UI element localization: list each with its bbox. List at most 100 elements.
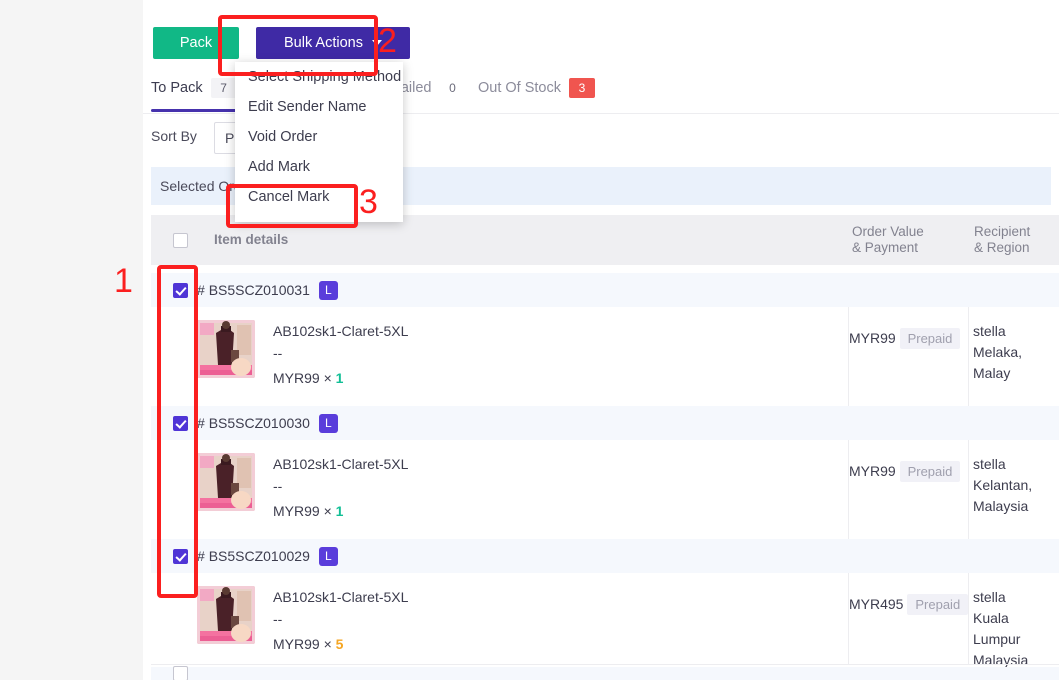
item-name: AB102sk1-Claret-5XL xyxy=(273,323,409,339)
item-quantity: 1 xyxy=(335,503,344,519)
order-id: # BS5SCZ010029 xyxy=(197,548,310,564)
item-variant: -- xyxy=(273,611,283,627)
column-recipient-line2: & Region xyxy=(974,240,1030,255)
annotation-number-3: 3 xyxy=(359,183,378,221)
table-row: # BS5SCZ010029 L AB102sk1-Claret-5XL -- … xyxy=(151,539,1059,668)
product-thumbnail[interactable] xyxy=(197,586,255,644)
active-tab-underline xyxy=(151,109,247,112)
product-image xyxy=(197,320,255,378)
product-image xyxy=(197,453,255,511)
product-thumbnail[interactable] xyxy=(197,453,255,511)
row-divider xyxy=(151,664,1059,665)
annotation-number-1: 1 xyxy=(114,262,133,300)
recipient-cell: stella Melaka, Malay xyxy=(973,321,1059,384)
row-checkbox[interactable] xyxy=(173,282,188,298)
tab-to-pack-label: To Pack xyxy=(151,80,203,96)
order-value-amount: MYR99 xyxy=(849,463,896,479)
column-divider xyxy=(968,440,969,539)
select-all-checkbox[interactable] xyxy=(173,233,188,248)
column-recipient-line1: Recipient xyxy=(974,224,1031,239)
tab-out-of-stock-count: 3 xyxy=(569,78,595,98)
payment-status-badge: Prepaid xyxy=(899,328,961,349)
item-cell: AB102sk1-Claret-5XL -- MYR99 × 1 xyxy=(197,453,408,519)
tab-failed[interactable]: Failed 0 xyxy=(392,78,466,98)
item-info: AB102sk1-Claret-5XL -- MYR99 × 1 xyxy=(273,453,408,519)
hash-symbol: # xyxy=(197,548,205,564)
column-divider xyxy=(968,307,969,406)
recipient-cell: stella Kuala Lumpur Malaysia xyxy=(973,587,1059,671)
annotation-number-2: 2 xyxy=(378,22,397,60)
payment-status-badge: Prepaid xyxy=(907,594,969,615)
product-image xyxy=(197,586,255,644)
tab-out-of-stock-label: Out Of Stock xyxy=(478,80,561,96)
hash-symbol: # xyxy=(197,282,205,298)
sort-by-label: Sort By xyxy=(151,128,197,144)
menu-item-void-order[interactable]: Void Order xyxy=(235,122,403,152)
recipient-region: Kelantan, Malaysia xyxy=(973,477,1033,514)
column-recipient: Recipient & Region xyxy=(974,224,1030,256)
table-row xyxy=(151,666,1059,680)
table-row: # BS5SCZ010031 L AB102sk1-Claret-5XL -- … xyxy=(151,273,1059,406)
qty-separator: × xyxy=(323,636,332,652)
order-value-cell: MYR99 Prepaid xyxy=(849,454,961,482)
item-price: MYR99 xyxy=(273,370,320,386)
column-divider xyxy=(848,573,849,664)
row-checkbox[interactable] xyxy=(173,415,188,431)
tab-out-of-stock[interactable]: Out Of Stock 3 xyxy=(478,78,595,98)
order-value-cell: MYR495 Prepaid xyxy=(849,587,969,615)
payment-status-badge: Prepaid xyxy=(899,461,961,482)
recipient-region: Kuala Lumpur Malaysia xyxy=(973,610,1029,668)
menu-item-add-mark[interactable]: Add Mark xyxy=(235,152,403,182)
column-order-value: Order Value & Payment xyxy=(852,224,924,256)
column-item-details: Item details xyxy=(214,232,289,247)
menu-item-edit-sender-name[interactable]: Edit Sender Name xyxy=(235,92,403,122)
product-thumbnail[interactable] xyxy=(197,320,255,378)
tab-to-pack-count: 7 xyxy=(210,78,237,98)
recipient-name: stella xyxy=(973,456,1006,472)
item-price-qty: MYR99 × 1 xyxy=(273,370,408,386)
column-order-value-line1: Order Value xyxy=(852,224,924,239)
item-variant: -- xyxy=(273,478,283,494)
item-price-qty: MYR99 × 1 xyxy=(273,503,408,519)
order-id-value: BS5SCZ010030 xyxy=(208,415,310,431)
item-name: AB102sk1-Claret-5XL xyxy=(273,456,409,472)
order-value-amount: MYR99 xyxy=(849,330,896,346)
pack-button[interactable]: Pack xyxy=(153,27,239,59)
action-bar: Pack Bulk Actions xyxy=(143,0,1059,66)
row-checkbox[interactable] xyxy=(173,666,188,680)
item-price-qty: MYR99 × 5 xyxy=(273,636,408,652)
item-price: MYR99 xyxy=(273,503,320,519)
order-row-header: # BS5SCZ010030 L xyxy=(151,406,1059,440)
column-divider xyxy=(968,573,969,664)
table-row: # BS5SCZ010030 L AB102sk1-Claret-5XL -- … xyxy=(151,406,1059,539)
menu-item-select-shipping-method[interactable]: Select Shipping Method xyxy=(235,62,403,92)
order-id-value: BS5SCZ010031 xyxy=(208,282,310,298)
column-divider xyxy=(848,307,849,406)
item-cell: AB102sk1-Claret-5XL -- MYR99 × 5 xyxy=(197,586,408,652)
item-variant: -- xyxy=(273,345,283,361)
table-header: Item details Order Value & Payment Recip… xyxy=(151,215,1059,265)
item-info: AB102sk1-Claret-5XL -- MYR99 × 1 xyxy=(273,320,408,386)
item-price: MYR99 xyxy=(273,636,320,652)
qty-separator: × xyxy=(323,503,332,519)
item-quantity: 5 xyxy=(335,636,344,652)
item-cell: AB102sk1-Claret-5XL -- MYR99 × 1 xyxy=(197,320,408,386)
recipient-region: Melaka, Malay xyxy=(973,344,1023,381)
selected-orders-text: Selected Ord xyxy=(160,178,242,194)
item-name: AB102sk1-Claret-5XL xyxy=(273,589,409,605)
row-checkbox[interactable] xyxy=(173,548,188,564)
order-value-cell: MYR99 Prepaid xyxy=(849,321,961,349)
qty-separator: × xyxy=(323,370,332,386)
order-row-header: # BS5SCZ010031 L xyxy=(151,273,1059,307)
recipient-name: stella xyxy=(973,323,1006,339)
order-management-page: Pack Bulk Actions To Pack 7 Failed 0 Out… xyxy=(0,0,1059,680)
column-order-value-line2: & Payment xyxy=(852,240,919,255)
order-id-value: BS5SCZ010029 xyxy=(208,548,310,564)
order-row-header xyxy=(151,666,1059,680)
order-row-body: AB102sk1-Claret-5XL -- MYR99 × 1 MYR99 P… xyxy=(151,307,1059,406)
size-badge: L xyxy=(318,280,338,300)
recipient-name: stella xyxy=(973,589,1006,605)
order-id: # BS5SCZ010031 xyxy=(197,282,310,298)
tab-to-pack[interactable]: To Pack 7 xyxy=(151,78,237,98)
hash-symbol: # xyxy=(197,415,205,431)
